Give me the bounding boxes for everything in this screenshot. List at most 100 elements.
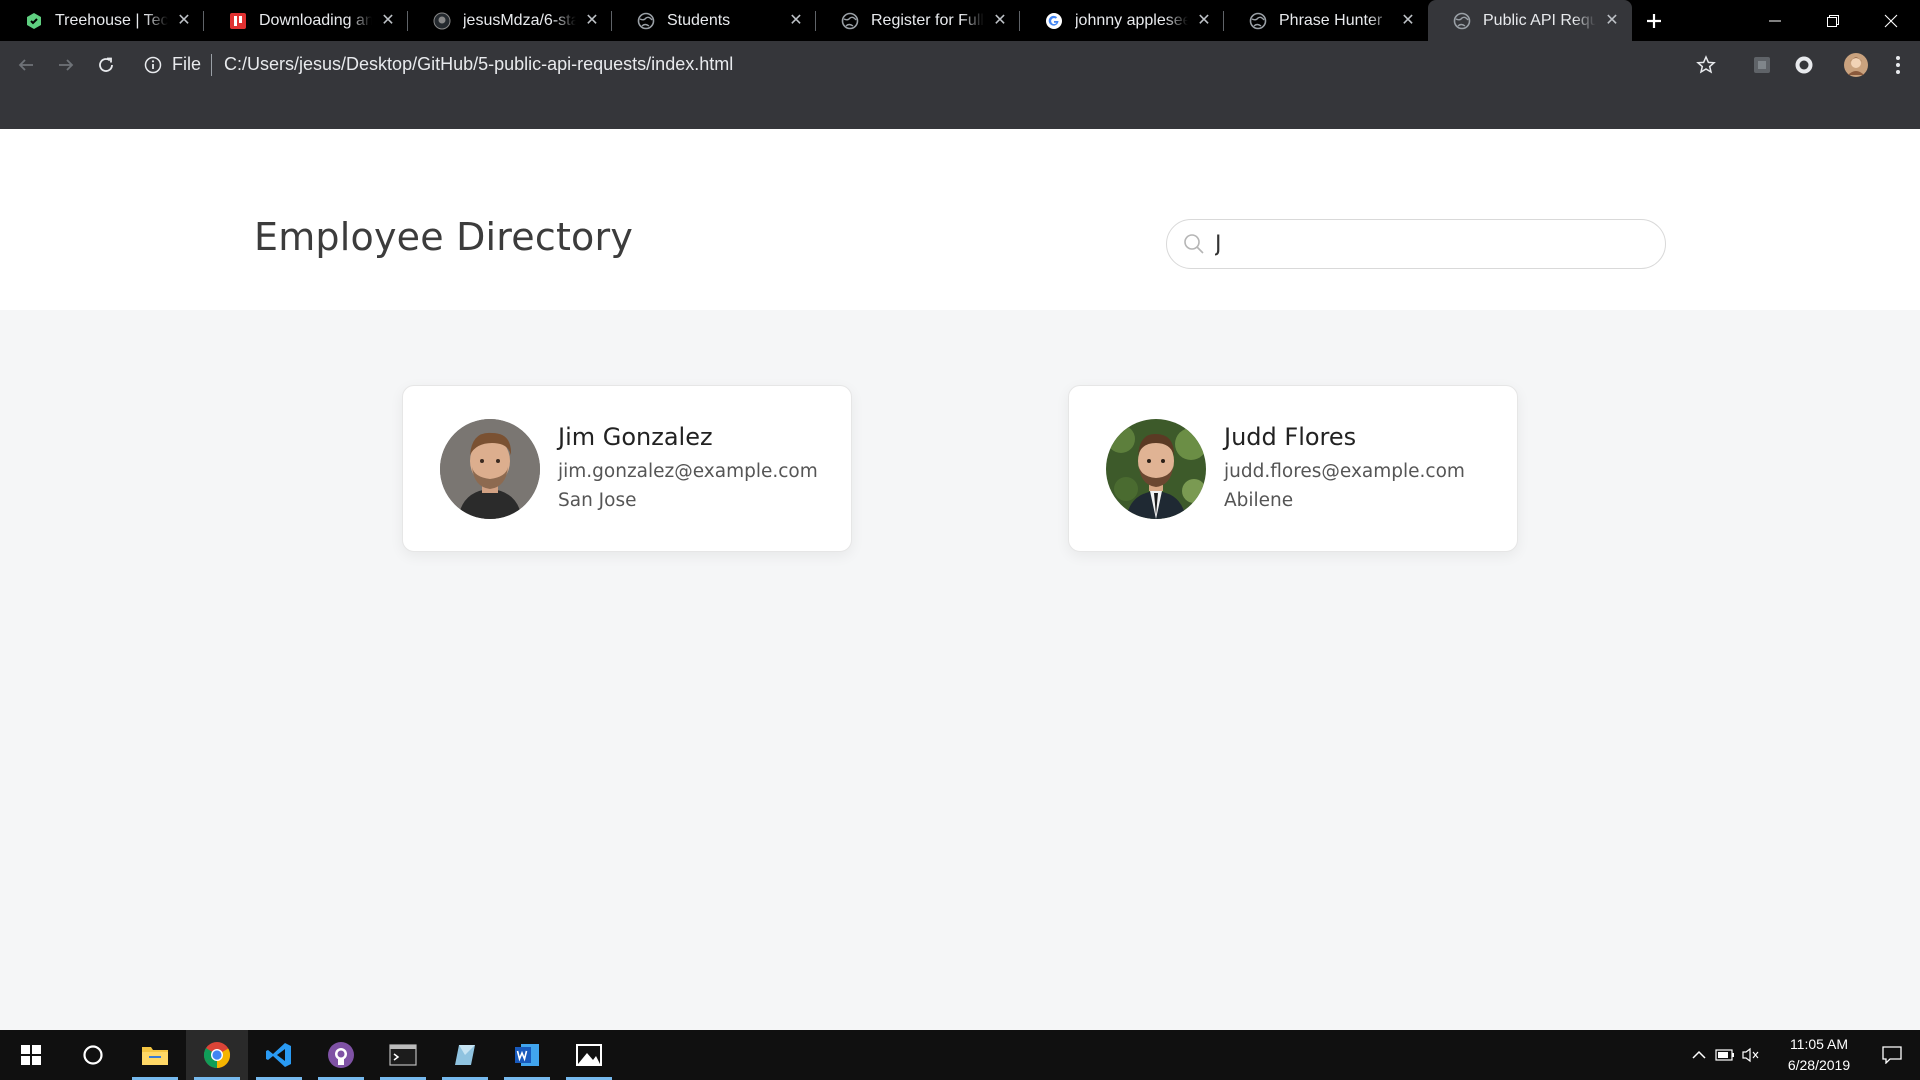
cortana-circle-icon bbox=[83, 1045, 103, 1065]
profile-avatar[interactable] bbox=[1844, 52, 1868, 77]
taskbar-word[interactable] bbox=[496, 1030, 558, 1080]
new-tab-button[interactable] bbox=[1632, 0, 1676, 41]
system-tray: 11:05 AM 6/28/2019 bbox=[1686, 1030, 1920, 1080]
taskbar-github-desktop[interactable] bbox=[310, 1030, 372, 1080]
start-button[interactable] bbox=[0, 1030, 62, 1080]
browser-toolbar: File C:/Users/jesus/Desktop/GitHub/5-pub… bbox=[0, 41, 1920, 88]
reload-icon bbox=[99, 57, 113, 72]
employee-name: Jim Gonzalez bbox=[558, 422, 713, 451]
tab-google-search[interactable]: johnny appleseed ✕ bbox=[1020, 0, 1224, 41]
employee-email: judd.flores@example.com bbox=[1224, 460, 1465, 482]
info-icon[interactable] bbox=[144, 56, 162, 74]
search-input[interactable] bbox=[1215, 231, 1635, 257]
chevron-up-icon[interactable] bbox=[1686, 1030, 1712, 1080]
tab-title: johnny appleseed bbox=[1075, 11, 1188, 29]
forward-button[interactable] bbox=[46, 45, 86, 85]
google-icon bbox=[1045, 12, 1063, 30]
taskbar-file-explorer[interactable] bbox=[124, 1030, 186, 1080]
scheme-label: File bbox=[172, 54, 202, 74]
tab-title: Treehouse | Techde bbox=[55, 11, 168, 29]
battery-icon[interactable] bbox=[1712, 1030, 1738, 1080]
windows-taskbar: 11:05 AM 6/28/2019 bbox=[0, 1030, 1920, 1080]
word-icon bbox=[515, 1044, 539, 1066]
tab-public-api-requests[interactable]: Public API Request ✕ bbox=[1428, 0, 1632, 41]
close-window-button[interactable] bbox=[1862, 0, 1920, 41]
employee-info: Judd Flores judd.flores@example.com Abil… bbox=[1224, 423, 1465, 515]
divider bbox=[211, 53, 213, 76]
employee-card[interactable]: Jim Gonzalez jim.gonzalez@example.com Sa… bbox=[402, 385, 852, 552]
extension-icon[interactable] bbox=[1750, 53, 1774, 77]
volume-muted-icon[interactable] bbox=[1738, 1030, 1764, 1080]
tab-title: Downloading and I bbox=[259, 11, 372, 29]
employee-photo bbox=[440, 418, 540, 519]
folder-icon bbox=[142, 1047, 168, 1065]
tab-students[interactable]: Students ✕ bbox=[612, 0, 816, 41]
tab-title: jesusMdza/6-static bbox=[463, 11, 576, 29]
bookmark-star-icon[interactable] bbox=[1694, 53, 1718, 77]
notification-icon bbox=[1882, 1046, 1902, 1064]
tab-title: Phrase Hunter bbox=[1279, 11, 1383, 29]
reload-button[interactable] bbox=[86, 45, 126, 85]
cortana-button[interactable] bbox=[62, 1030, 124, 1080]
toolbar-actions bbox=[1694, 41, 1910, 88]
terminal-icon bbox=[389, 1044, 417, 1066]
taskbar-chrome[interactable] bbox=[186, 1030, 248, 1080]
taskbar-clock[interactable]: 11:05 AM 6/28/2019 bbox=[1774, 1034, 1864, 1076]
close-icon[interactable]: ✕ bbox=[788, 12, 804, 29]
tab-phrase-hunter[interactable]: Phrase Hunter ✕ bbox=[1224, 0, 1428, 41]
photos-icon bbox=[576, 1044, 602, 1066]
window-controls bbox=[1746, 0, 1920, 41]
url-text[interactable]: C:/Users/jesus/Desktop/GitHub/5-public-a… bbox=[224, 54, 733, 75]
taskbar-app-blue[interactable] bbox=[434, 1030, 496, 1080]
employee-city: Abilene bbox=[1224, 489, 1294, 511]
page-header: Employee Directory bbox=[0, 129, 1920, 310]
clock-date: 6/28/2019 bbox=[1787, 1057, 1851, 1073]
employee-city: San Jose bbox=[558, 489, 637, 511]
employee-photo bbox=[1106, 418, 1206, 519]
tab-title: Public API Request bbox=[1483, 11, 1596, 29]
employee-card[interactable]: Judd Flores judd.flores@example.com Abil… bbox=[1068, 385, 1518, 552]
minimize-icon bbox=[1769, 20, 1781, 21]
close-icon[interactable]: ✕ bbox=[992, 12, 1008, 29]
treehouse-icon bbox=[25, 12, 43, 30]
employee-email: jim.gonzalez@example.com bbox=[558, 460, 818, 482]
taskbar-terminal[interactable] bbox=[372, 1030, 434, 1080]
close-icon[interactable]: ✕ bbox=[380, 12, 396, 29]
tab-treehouse[interactable]: Treehouse | Techde ✕ bbox=[0, 0, 204, 41]
employee-info: Jim Gonzalez jim.gonzalez@example.com Sa… bbox=[558, 423, 818, 515]
back-button[interactable] bbox=[6, 45, 46, 85]
close-icon[interactable]: ✕ bbox=[1196, 12, 1212, 29]
globe-icon bbox=[1249, 12, 1267, 30]
close-icon[interactable]: ✕ bbox=[1604, 12, 1620, 29]
menu-kebab-icon[interactable] bbox=[1886, 53, 1910, 77]
globe-icon bbox=[1453, 12, 1471, 30]
tab-register[interactable]: Register for Full St ✕ bbox=[816, 0, 1020, 41]
red-square-icon bbox=[229, 12, 247, 30]
close-icon[interactable]: ✕ bbox=[584, 12, 600, 29]
bookmarks-bar bbox=[0, 88, 1920, 129]
tab-github-repo[interactable]: jesusMdza/6-static ✕ bbox=[408, 0, 612, 41]
clock-time: 11:05 AM bbox=[1789, 1036, 1849, 1052]
address-bar[interactable]: File C:/Users/jesus/Desktop/GitHub/5-pub… bbox=[144, 47, 733, 83]
close-icon[interactable]: ✕ bbox=[1400, 12, 1416, 29]
minimize-button[interactable] bbox=[1746, 0, 1804, 41]
search-container[interactable] bbox=[1166, 219, 1666, 269]
extension-circle-icon[interactable] bbox=[1792, 53, 1816, 77]
tab-title: Register for Full St bbox=[871, 11, 984, 29]
employee-name: Judd Flores bbox=[1224, 422, 1357, 451]
close-icon[interactable]: ✕ bbox=[176, 12, 192, 29]
taskbar-vscode[interactable] bbox=[248, 1030, 310, 1080]
employee-gallery: Jim Gonzalez jim.gonzalez@example.com Sa… bbox=[0, 310, 1920, 1030]
page-title: Employee Directory bbox=[254, 215, 634, 259]
tab-title: Students bbox=[667, 11, 731, 29]
globe-icon bbox=[841, 12, 859, 30]
chrome-icon bbox=[203, 1042, 231, 1069]
action-center-button[interactable] bbox=[1864, 1030, 1920, 1080]
taskbar-photos[interactable] bbox=[558, 1030, 620, 1080]
arrow-right-icon bbox=[59, 58, 74, 71]
browser-tab-strip: Treehouse | Techde ✕ Downloading and I ✕… bbox=[0, 0, 1920, 41]
globe-icon bbox=[637, 12, 655, 30]
crystal-app-icon bbox=[455, 1045, 475, 1065]
tab-downloading[interactable]: Downloading and I ✕ bbox=[204, 0, 408, 41]
restore-button[interactable] bbox=[1804, 0, 1862, 41]
